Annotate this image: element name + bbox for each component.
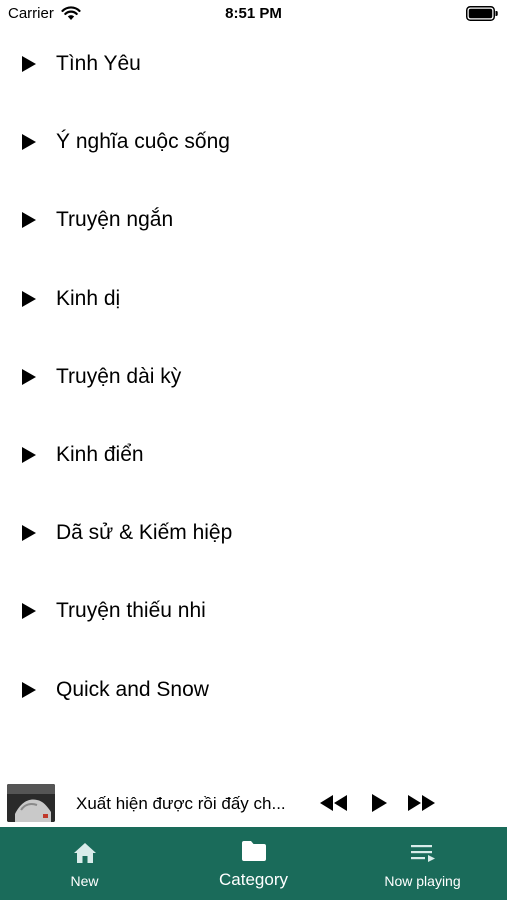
disclosure-triangle-icon — [22, 525, 36, 542]
disclosure-triangle-icon — [22, 603, 36, 620]
rewind-icon[interactable] — [318, 792, 349, 814]
category-label: Truyện dài kỳ — [56, 364, 182, 388]
tab-new[interactable]: New — [0, 827, 169, 900]
category-item[interactable]: Truyện ngắn — [0, 181, 507, 259]
disclosure-triangle-icon — [22, 368, 36, 385]
play-icon[interactable] — [370, 792, 388, 814]
tab-label: Now playing — [384, 873, 461, 889]
category-list: Tình Yêu Ý nghĩa cuộc sống Truyện ngắn K… — [0, 25, 507, 729]
category-item[interactable]: Ý nghĩa cuộc sống — [0, 103, 507, 181]
fast-forward-icon[interactable] — [406, 792, 437, 814]
category-item[interactable]: Kinh dị — [0, 260, 507, 338]
tab-label: Category — [219, 870, 288, 889]
album-art-thumbnail[interactable] — [7, 784, 55, 822]
now-playing-title[interactable]: Xuất hiện được rồi đấy ch... — [76, 794, 298, 814]
status-bar: Carrier 8:51 PM — [0, 0, 507, 28]
tab-now-playing[interactable]: Now playing — [338, 827, 507, 900]
category-label: Ý nghĩa cuộc sống — [56, 130, 230, 154]
tab-label: New — [70, 873, 99, 889]
disclosure-triangle-icon — [22, 212, 36, 229]
battery-icon — [466, 6, 498, 21]
category-item[interactable]: Tình Yêu — [0, 25, 507, 103]
category-label: Quick and Snow — [56, 677, 209, 701]
category-label: Truyện thiếu nhi — [56, 599, 206, 623]
category-label: Tình Yêu — [56, 52, 141, 76]
tab-category[interactable]: Category — [169, 827, 338, 900]
disclosure-triangle-icon — [22, 447, 36, 464]
status-time: 8:51 PM — [225, 5, 282, 22]
disclosure-triangle-icon — [22, 681, 36, 698]
category-label: Kinh điển — [56, 443, 144, 467]
playlist-icon — [410, 845, 435, 862]
tab-bar: New Category Now playing — [0, 827, 507, 900]
mini-player: Xuất hiện được rồi đấy ch... — [0, 780, 507, 827]
category-label: Kinh dị — [56, 286, 121, 310]
category-item[interactable]: Kinh điển — [0, 416, 507, 494]
category-item[interactable]: Truyện thiếu nhi — [0, 572, 507, 650]
category-item[interactable]: Quick and Snow — [0, 651, 507, 729]
disclosure-triangle-icon — [22, 134, 36, 151]
category-item[interactable]: Dã sử & Kiếm hiệp — [0, 494, 507, 572]
category-item[interactable]: Truyện dài kỳ — [0, 338, 507, 416]
category-label: Dã sử & Kiếm hiệp — [56, 521, 233, 545]
category-label: Truyện ngắn — [56, 208, 174, 232]
disclosure-triangle-icon — [22, 290, 36, 307]
home-icon — [73, 843, 96, 863]
disclosure-triangle-icon — [22, 56, 36, 73]
folder-icon — [241, 841, 266, 861]
